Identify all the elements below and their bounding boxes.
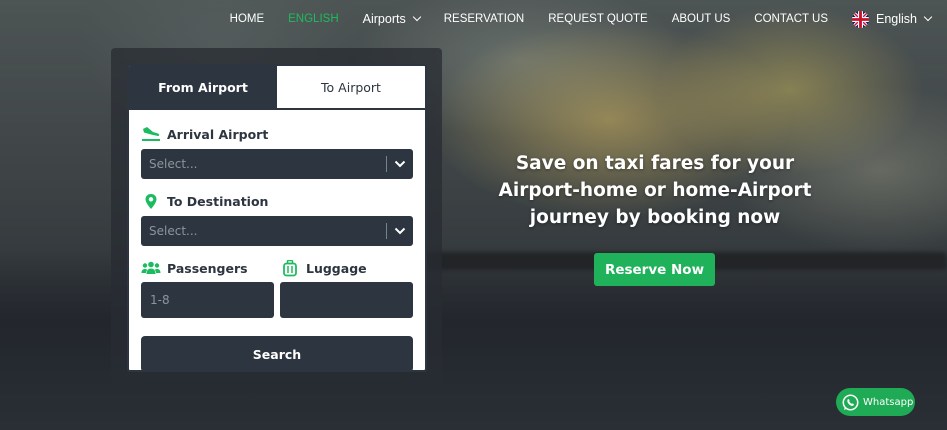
whatsapp-label: Whatsapp (863, 396, 914, 408)
tab-from-airport[interactable]: From Airport (129, 66, 277, 108)
passengers-label: Passengers (141, 258, 274, 278)
nav-contact-us[interactable]: CONTACT US (754, 13, 828, 25)
booking-form-card: From Airport To Airport Arrival Airport … (127, 64, 427, 372)
search-button[interactable]: Search (141, 336, 413, 370)
nav-airports-label: Airports (362, 12, 406, 26)
arrival-airport-label: Arrival Airport (141, 124, 413, 144)
passenger-luggage-row: Passengers 1-8 Luggage (141, 258, 413, 318)
reserve-now-button[interactable]: Reserve Now (594, 253, 715, 286)
nav-english[interactable]: ENGLISH (288, 13, 339, 25)
nav-request-quote[interactable]: REQUEST QUOTE (548, 13, 647, 25)
users-icon (141, 261, 161, 274)
trip-direction-tabs: From Airport To Airport (129, 66, 425, 110)
luggage-text: Luggage (306, 260, 367, 276)
arrival-airport-select[interactable]: Select... (141, 149, 413, 179)
chevron-down-icon (412, 12, 421, 22)
tab-to-airport[interactable]: To Airport (277, 66, 425, 108)
destination-placeholder: Select... (149, 224, 198, 238)
map-pin-icon (145, 193, 157, 209)
luggage-input[interactable] (280, 282, 413, 318)
nav-airports-dropdown[interactable]: Airports (362, 12, 421, 26)
booking-form: Arrival Airport Select... To Destination… (129, 110, 425, 370)
arrival-airport-text: Arrival Airport (167, 126, 269, 142)
whatsapp-icon (842, 394, 859, 410)
nav-home[interactable]: HOME (230, 13, 265, 25)
language-selector[interactable]: English (852, 10, 933, 28)
uk-flag-icon (852, 10, 869, 28)
chevron-down-icon (387, 160, 413, 168)
top-navbar: HOME ENGLISH Airports RESERVATION REQUES… (0, 0, 947, 38)
plane-landing-icon (142, 127, 160, 141)
nav-about-us[interactable]: ABOUT US (672, 13, 731, 25)
luggage-icon (283, 259, 297, 276)
language-label: English (876, 12, 917, 26)
passengers-input[interactable]: 1-8 (141, 282, 274, 318)
luggage-label: Luggage (280, 258, 413, 278)
destination-label: To Destination (141, 191, 413, 211)
chevron-down-icon (923, 12, 933, 22)
arrival-airport-placeholder: Select... (149, 157, 198, 171)
hero-headline: Save on taxi fares for your Airport-home… (498, 153, 812, 228)
destination-text: To Destination (167, 193, 269, 209)
passengers-text: Passengers (167, 260, 248, 276)
chevron-down-icon (387, 227, 413, 235)
nav-reservation[interactable]: RESERVATION (444, 13, 525, 25)
whatsapp-button[interactable]: Whatsapp (836, 388, 915, 416)
passengers-group: Passengers 1-8 (141, 258, 274, 318)
luggage-group: Luggage (280, 258, 413, 318)
destination-select[interactable]: Select... (141, 216, 413, 246)
